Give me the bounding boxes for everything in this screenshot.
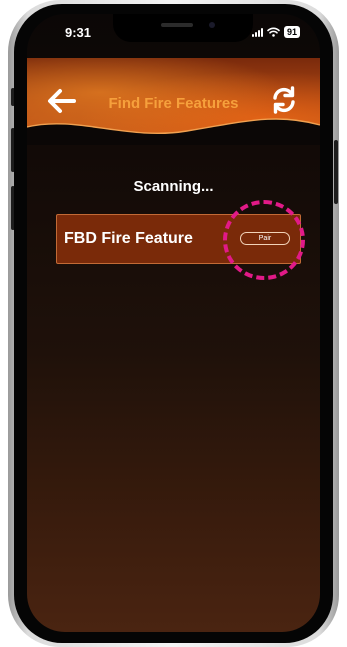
app-screen: 9:31 91 Find Fire Features Scanning... F… — [27, 14, 320, 632]
header-wave — [27, 118, 320, 145]
speaker — [161, 23, 193, 27]
device-name: FBD Fire Feature — [64, 230, 193, 247]
power-button — [334, 140, 338, 204]
battery-icon: 91 — [283, 26, 300, 38]
signal-icon — [251, 27, 263, 37]
status-bar: 9:31 91 — [27, 14, 320, 54]
pair-button[interactable]: Pair — [240, 232, 290, 245]
notch — [113, 14, 253, 42]
status-indicators: 91 — [251, 26, 300, 38]
front-camera — [209, 22, 215, 28]
scan-status: Scanning... — [133, 178, 214, 195]
wifi-icon — [267, 27, 280, 37]
app-header: Find Fire Features — [27, 58, 320, 145]
status-time: 9:31 — [65, 25, 92, 40]
device-list-item[interactable]: FBD Fire Feature Pair — [56, 214, 301, 264]
refresh-icon[interactable] — [270, 86, 298, 114]
